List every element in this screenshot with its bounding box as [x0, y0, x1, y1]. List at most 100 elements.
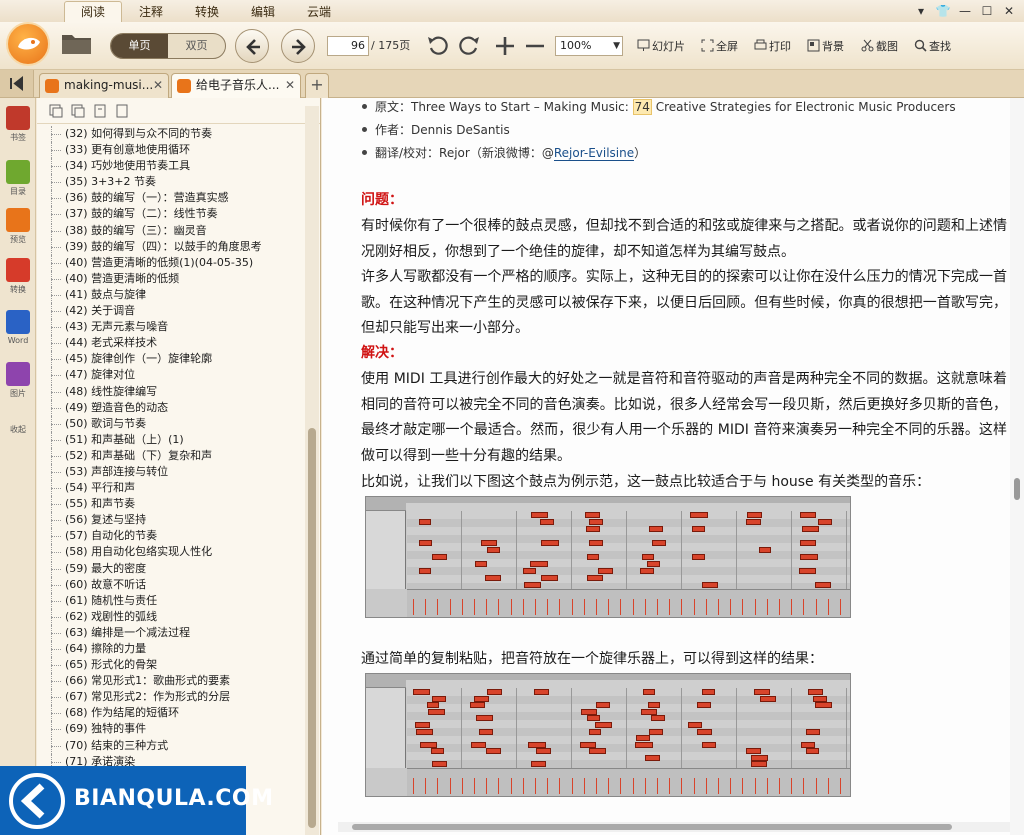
toc-item[interactable]: (56) 复述与坚持 — [37, 512, 305, 529]
collapse-all-icon[interactable] — [71, 104, 85, 118]
toc-item[interactable]: (59) 最大的密度 — [37, 560, 305, 577]
toc-item[interactable]: (39) 鼓的编写（四）：以鼓手的角度思考 — [37, 238, 305, 255]
rail-item-image[interactable]: 图片 — [3, 362, 33, 399]
toc-item[interactable]: (64) 擦除的力量 — [37, 641, 305, 658]
toc-item[interactable]: (51) 和声基础（上）(1) — [37, 431, 305, 448]
page-vertical-scrollbar[interactable] — [1010, 98, 1024, 835]
toc-item[interactable]: (61) 随机性与责任 — [37, 592, 305, 609]
rail-item-toc[interactable]: 目录 — [3, 160, 33, 197]
screenshot-button[interactable]: 截图 — [861, 38, 898, 56]
toc-item[interactable]: (41) 鼓点与旋律 — [37, 286, 305, 304]
toc-item[interactable]: (40) 营造更清晰的低频(1)(04-05-35) — [37, 254, 305, 271]
toc-item[interactable]: (68) 作为结尾的短循环 — [37, 705, 305, 722]
close-icon[interactable]: ✕ — [1000, 2, 1018, 20]
toc-item[interactable]: (50) 歌词与节奏 — [37, 415, 305, 432]
toc-item[interactable]: (69) 独特的事件 — [37, 721, 305, 738]
toc-item[interactable]: (63) 编排是一个减法过程 — [37, 624, 305, 641]
toc-item[interactable]: (58) 用自动化包络实现人性化 — [37, 544, 305, 561]
expand-all-icon[interactable] — [49, 104, 63, 118]
maximize-icon[interactable]: ☐ — [978, 2, 996, 20]
toc-item[interactable]: (45) 旋律创作（一）旋律轮廓 — [37, 351, 305, 368]
toc-item[interactable]: (36) 鼓的编写（一）：营造真实感 — [37, 190, 305, 207]
toc-item[interactable]: (62) 戏剧性的弧线 — [37, 608, 305, 625]
toc-item[interactable]: (52) 和声基础（下）复杂和声 — [37, 447, 305, 464]
menu-tab-edit[interactable]: 编辑 — [234, 1, 292, 22]
rail-item-bookmark[interactable]: 书签 — [3, 106, 33, 143]
toc-item[interactable]: (49) 塑造音色的动态 — [37, 399, 305, 416]
toc-item[interactable]: (33) 更有创意地使用循环 — [37, 142, 305, 159]
zoom-in-icon[interactable] — [492, 33, 518, 59]
rail-item-convert-pdf[interactable]: 转换 — [3, 258, 33, 295]
toc-item[interactable]: (70) 结束的三种方式 — [37, 737, 305, 754]
page-scroll-thumb[interactable] — [1014, 478, 1020, 500]
page-horizontal-scrollbar[interactable] — [338, 822, 1010, 832]
page-number-input[interactable]: 96 — [327, 36, 369, 56]
toc-item[interactable]: (53) 声部连接与转位 — [37, 463, 305, 481]
double-page-button[interactable]: 双页 — [168, 34, 225, 58]
rail-item-preview[interactable]: 预览 — [3, 208, 33, 245]
new-tab-button[interactable]: + — [305, 73, 329, 98]
prev-page-button[interactable] — [235, 29, 269, 63]
zoom-select[interactable]: 100% ▼ — [555, 36, 623, 56]
skin-icon[interactable]: 👕 — [934, 2, 952, 20]
next-page-button[interactable] — [281, 29, 315, 63]
open-folder-icon[interactable] — [60, 30, 94, 56]
toc-item[interactable]: (47) 旋律对位 — [37, 367, 305, 384]
close-tab-icon[interactable]: ✕ — [153, 74, 163, 97]
background-button[interactable]: 背景 — [807, 38, 844, 56]
zoom-out-icon[interactable] — [522, 33, 548, 59]
toc-item[interactable]: (60) 故意不听话 — [37, 576, 305, 593]
toc-item[interactable]: (38) 鼓的编写（三）：幽灵音 — [37, 222, 305, 239]
single-page-button[interactable]: 单页 — [111, 34, 168, 58]
meta-source: 原文：Three Ways to Start – Making Music: 7… — [362, 98, 956, 115]
toc-item[interactable]: (35) 3+3+2 节奏 — [37, 174, 305, 191]
search-button[interactable]: 查找 — [914, 38, 951, 56]
toc-item[interactable]: (42) 关于调音 — [37, 303, 305, 320]
toc-item[interactable]: (40) 营造更清晰的低频 — [37, 270, 305, 287]
toc-item[interactable]: (57) 自动化的节奏 — [37, 528, 305, 545]
menu-tab-annotate[interactable]: 注释 — [122, 1, 180, 22]
app-logo[interactable] — [6, 22, 50, 66]
toc-item[interactable]: (54) 平行和声 — [37, 480, 305, 497]
page-hscroll-thumb[interactable] — [352, 824, 952, 830]
rotate-left-icon[interactable] — [425, 33, 451, 59]
menu-tab-read[interactable]: 阅读 — [64, 1, 122, 22]
toc-item[interactable]: (65) 形式化的骨架 — [37, 657, 305, 674]
menu-arrow-icon[interactable]: ▾ — [912, 2, 930, 20]
menu-tab-convert[interactable]: 转换 — [178, 1, 236, 22]
toc-item[interactable]: (34) 巧妙地使用节奏工具 — [37, 158, 305, 175]
midi-note — [690, 512, 709, 518]
toc-item[interactable]: (37) 鼓的编写（二）：线性节奏 — [37, 206, 305, 223]
toc-item[interactable]: (67) 常见形式2：作为形式的分层 — [37, 689, 305, 706]
minimize-icon[interactable]: — — [956, 2, 974, 20]
toc-item[interactable]: (48) 线性旋律编写 — [37, 383, 305, 400]
toc-item[interactable]: (44) 老式采样技术 — [37, 335, 305, 352]
weibo-link[interactable]: Rejor-Evilsine — [553, 146, 635, 161]
toc-item[interactable]: (55) 和声节奏 — [37, 496, 305, 513]
toc-panel: (32) 如何得到与众不同的节奏 (33) 更有创意地使用循环 (34) 巧妙地使用… — [37, 98, 321, 835]
velocity-stem — [474, 778, 475, 794]
velocity-stem — [693, 599, 695, 615]
rotate-right-icon[interactable] — [456, 33, 482, 59]
slideshow-button[interactable]: 幻灯片 — [637, 38, 685, 56]
toc-scroll-thumb[interactable] — [308, 428, 316, 828]
print-button[interactable]: 打印 — [754, 38, 791, 56]
rail-item-collapse[interactable]: 收起 — [3, 412, 33, 435]
velocity-stem — [510, 599, 512, 615]
bookmark-add-icon[interactable] — [93, 104, 107, 118]
toc-item[interactable]: (43) 无声元素与噪音 — [37, 319, 305, 336]
close-tab-icon[interactable]: ✕ — [285, 74, 295, 97]
doc-tab-2[interactable]: 给电子音乐人... ✕ — [171, 73, 301, 98]
toc-item[interactable]: (66) 常见形式1：歌曲形式的要素 — [37, 673, 305, 690]
fullscreen-button[interactable]: 全屏 — [701, 38, 738, 56]
toc-item[interactable]: (32) 如何得到与众不同的节奏 — [37, 126, 305, 143]
sidebar-toggle-button[interactable] — [0, 70, 34, 97]
bookmark-remove-icon[interactable] — [115, 104, 129, 118]
velocity-stem — [498, 599, 500, 615]
menu-tab-cloud[interactable]: 云端 — [290, 1, 348, 22]
rail-item-word[interactable]: Word — [3, 310, 33, 345]
print-icon — [754, 39, 767, 50]
toc-scrollbar[interactable] — [305, 106, 319, 835]
rail-label: 收起 — [10, 425, 26, 434]
doc-tab-1[interactable]: making-musi... ✕ — [39, 73, 169, 98]
